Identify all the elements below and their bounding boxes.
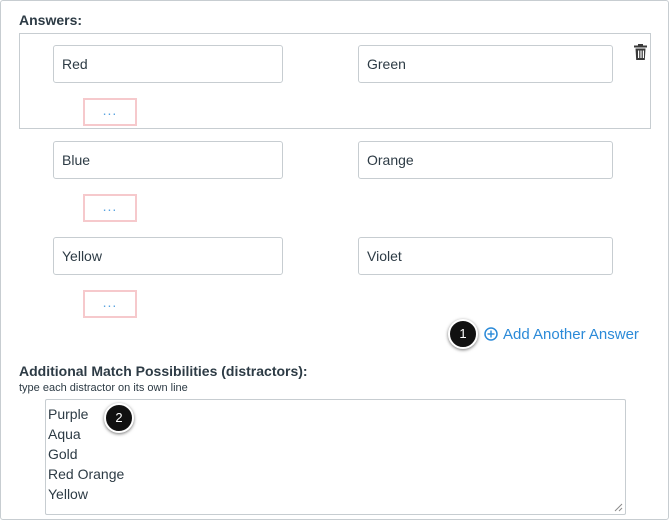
answer-right-input-1[interactable]: Green	[358, 45, 613, 83]
answer-left-input-2[interactable]: Blue	[53, 141, 283, 179]
answer-left-input-1[interactable]: Red	[53, 45, 283, 83]
distractor-line: Gold	[48, 446, 78, 462]
question-editor-frame: Answers: Red Green ... Blue Orange ... Y…	[0, 0, 669, 520]
add-another-answer-link[interactable]: Add Another Answer	[484, 324, 639, 344]
plus-circle-icon	[484, 327, 498, 341]
answer-more-button-1[interactable]: ...	[83, 98, 137, 126]
answer-right-input-2[interactable]: Orange	[358, 141, 613, 179]
add-another-answer-label: Add Another Answer	[503, 325, 639, 343]
answers-label: Answers:	[19, 12, 83, 28]
trash-icon[interactable]	[634, 44, 647, 60]
resize-grip-icon[interactable]	[614, 503, 623, 512]
distractors-hint: type each distractor on its own line	[19, 382, 188, 394]
answer-left-input-3[interactable]: Yellow	[53, 237, 283, 275]
distractor-line: Aqua	[48, 426, 81, 442]
distractor-line: Purple	[48, 406, 89, 422]
distractors-label: Additional Match Possibilities (distract…	[19, 363, 308, 379]
callout-badge-2: 2	[104, 403, 134, 433]
callout-badge-1: 1	[448, 319, 478, 349]
answer-more-button-3[interactable]: ...	[83, 290, 137, 318]
distractor-line: Red Orange	[48, 466, 125, 482]
answer-right-input-3[interactable]: Violet	[358, 237, 613, 275]
answer-more-button-2[interactable]: ...	[83, 194, 137, 222]
distractor-line: Yellow	[48, 486, 88, 502]
